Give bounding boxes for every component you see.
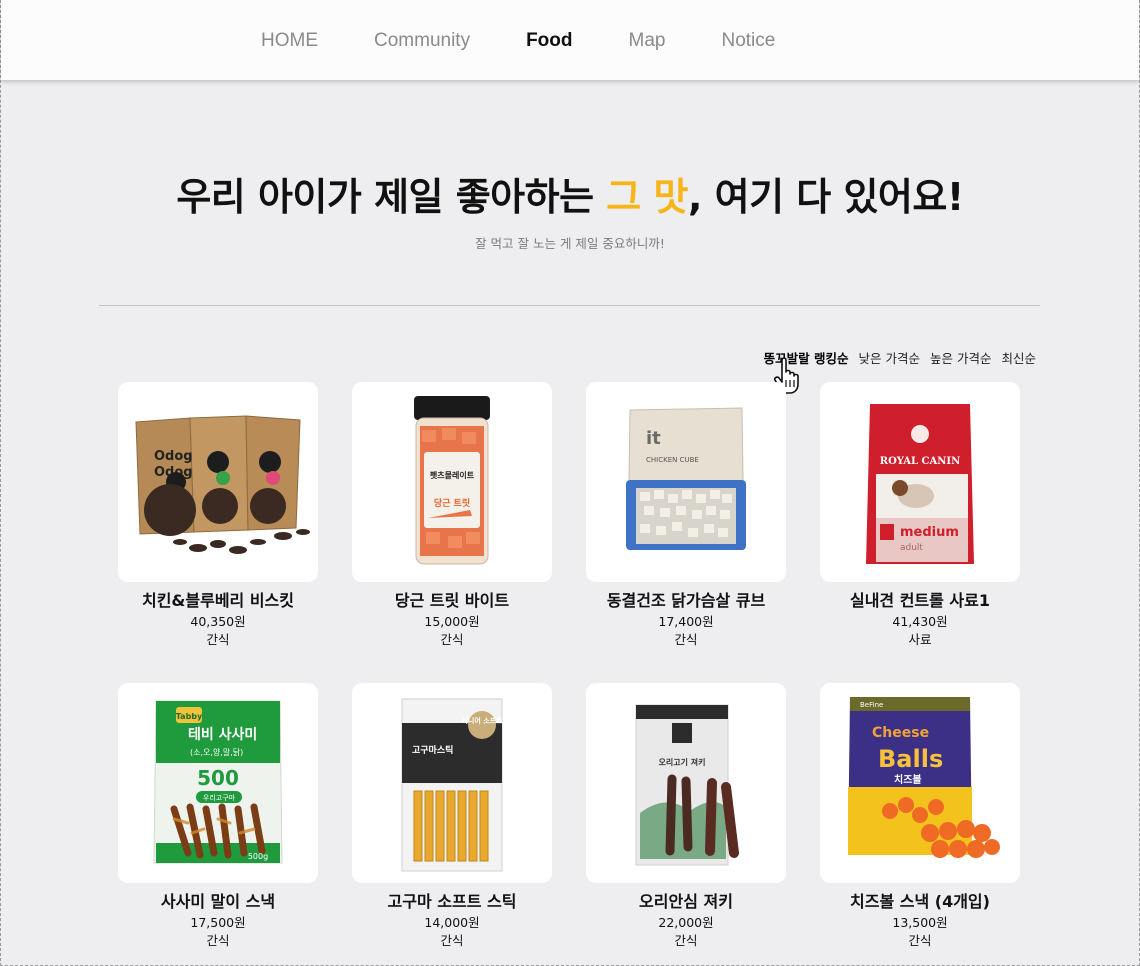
product-name[interactable]: 오리안심 져키 <box>586 892 786 912</box>
product-category: 간식 <box>440 933 464 948</box>
svg-text:500: 500 <box>197 766 239 790</box>
product-card[interactable]: 시니어 소프트 고구마스틱 고구마 소프트 스틱 14,000원 간식 <box>352 683 552 966</box>
top-nav-bar: HOME Community Food Map Notice <box>1 0 1139 80</box>
svg-text:치즈볼: 치즈볼 <box>894 773 922 786</box>
product-card[interactable]: Odog Odog <box>118 382 318 683</box>
product-price: 41,430원 <box>892 614 948 629</box>
product-name[interactable]: 고구마 소프트 스틱 <box>352 892 552 912</box>
product-image-chicken-cube[interactable]: it CHICKEN CUBE <box>586 382 786 582</box>
product-category: 간식 <box>674 933 698 948</box>
svg-text:CHICKEN CUBE: CHICKEN CUBE <box>646 456 699 464</box>
svg-text:당근 트릿: 당근 트릿 <box>434 497 470 509</box>
royal-canin-bag-image: ROYAL CANIN medium adult <box>866 404 974 564</box>
product-price: 17,500원 <box>190 915 246 930</box>
svg-text:펫츠몰레이트: 펫츠몰레이트 <box>430 470 475 480</box>
svg-text:BeFine: BeFine <box>860 701 883 709</box>
product-category: 사료 <box>908 632 932 647</box>
nav-community[interactable]: Community <box>346 28 498 54</box>
product-card[interactable]: it CHICKEN CUBE 동결건조 닭가슴살 큐브 17,400원 간식 <box>586 382 786 683</box>
product-card[interactable]: ROYAL CANIN medium adult 실내견 컨트롤 사료1 41,… <box>820 382 1020 683</box>
main-menu: HOME Community Food Map Notice <box>233 28 803 54</box>
product-price: 13,500원 <box>892 915 948 930</box>
section-divider <box>99 305 1040 306</box>
svg-text:ROYAL CANIN: ROYAL CANIN <box>880 456 960 467</box>
product-image-duck-jerky[interactable]: 오리고기 져키 <box>586 683 786 883</box>
svg-text:it: it <box>646 428 661 449</box>
title-post: , 여기 다 있어요! <box>687 175 964 219</box>
product-price: 14,000원 <box>424 915 480 930</box>
sort-options: 똥꼬발랄 랭킹순 낮은 가격순 높은 가격순 최신순 <box>764 348 1036 367</box>
cheese-balls-bag-image: BeFine Cheese Balls 치즈볼 <box>848 697 1000 858</box>
product-card[interactable]: 오리고기 져키 오리안심 져키 22,000원 간식 <box>586 683 786 966</box>
sort-newest[interactable]: 최신순 <box>1001 348 1036 367</box>
product-grid: Odog Odog <box>118 382 1020 966</box>
product-image-royal-canin[interactable]: ROYAL CANIN medium adult <box>820 382 1020 582</box>
product-price: 22,000원 <box>658 915 714 930</box>
svg-text:Balls: Balls <box>878 745 943 773</box>
product-card[interactable]: BeFine Cheese Balls 치즈볼 치즈볼 스낵 (4개입) 13,… <box>820 683 1020 966</box>
duck-jerky-pack-image: 오리고기 져키 <box>635 704 739 866</box>
svg-text:adult: adult <box>900 543 923 553</box>
svg-text:Cheese: Cheese <box>872 725 929 741</box>
product-category: 간식 <box>440 632 464 647</box>
tabby-sasami-bag-image: Tabby 테비 사사미 (소,오,양,말,닭) 500 우리고구마 500g <box>153 700 283 864</box>
product-category: 간식 <box>674 632 698 647</box>
product-name[interactable]: 치즈볼 스낵 (4개입) <box>820 892 1020 912</box>
title-pre: 우리 아이가 제일 좋아하는 <box>176 175 607 219</box>
sort-high-price[interactable]: 높은 가격순 <box>930 348 991 367</box>
product-category: 간식 <box>206 933 230 948</box>
nav-food[interactable]: Food <box>498 28 600 54</box>
nav-notice[interactable]: Notice <box>693 28 803 54</box>
product-price: 15,000원 <box>424 614 480 629</box>
product-name[interactable]: 실내견 컨트롤 사료1 <box>820 591 1020 611</box>
product-card[interactable]: Tabby 테비 사사미 (소,오,양,말,닭) 500 우리고구마 500g … <box>118 683 318 966</box>
svg-text:Odog: Odog <box>154 449 193 464</box>
sweetpotato-stick-pack-image: 시니어 소프트 고구마스틱 <box>401 698 503 872</box>
product-name[interactable]: 사사미 말이 스낵 <box>118 892 318 912</box>
product-image-odog-biscuit[interactable]: Odog Odog <box>118 382 318 582</box>
svg-text:medium: medium <box>900 525 959 540</box>
nav-home[interactable]: HOME <box>233 28 346 54</box>
product-name[interactable]: 치킨&블루베리 비스킷 <box>118 591 318 611</box>
title-highlight: 그 맛 <box>606 175 688 219</box>
svg-text:오리고기 져키: 오리고기 져키 <box>659 757 706 767</box>
svg-text:고구마스틱: 고구마스틱 <box>412 744 453 756</box>
carrot-treat-jar-image: 펫츠몰레이트 당근 트릿 <box>414 396 490 565</box>
page-subtitle: 잘 먹고 잘 노는 게 제일 중요하니까! <box>475 236 665 251</box>
svg-text:테비 사사미: 테비 사사미 <box>188 727 257 743</box>
product-image-carrot-treat[interactable]: 펫츠몰레이트 당근 트릿 <box>352 382 552 582</box>
sort-low-price[interactable]: 낮은 가격순 <box>859 348 920 367</box>
product-price: 40,350원 <box>190 614 246 629</box>
product-image-tabby-sasami[interactable]: Tabby 테비 사사미 (소,오,양,말,닭) 500 우리고구마 500g <box>118 683 318 883</box>
svg-text:500g: 500g <box>248 852 268 861</box>
product-name[interactable]: 동결건조 닭가슴살 큐브 <box>586 591 786 611</box>
svg-text:(소,오,양,말,닭): (소,오,양,말,닭) <box>190 747 243 757</box>
product-image-cheese-balls[interactable]: BeFine Cheese Balls 치즈볼 <box>820 683 1020 883</box>
product-image-sweetpotato-stick[interactable]: 시니어 소프트 고구마스틱 <box>352 683 552 883</box>
svg-text:Tabby: Tabby <box>176 712 203 721</box>
product-name[interactable]: 당근 트릿 바이트 <box>352 591 552 611</box>
product-category: 간식 <box>206 632 230 647</box>
biscuit-bags-image: Odog Odog <box>135 415 310 554</box>
product-card[interactable]: 펫츠몰레이트 당근 트릿 당근 트릿 바이트 15,000원 간식 <box>352 382 552 683</box>
page-title: 우리 아이가 제일 좋아하는 그 맛, 여기 다 있어요! <box>0 166 1140 221</box>
product-price: 17,400원 <box>658 614 714 629</box>
svg-text:우리고구마: 우리고구마 <box>203 793 236 802</box>
chicken-cube-bag-image: it CHICKEN CUBE <box>626 407 746 550</box>
product-category: 간식 <box>908 933 932 948</box>
svg-text:시니어 소프트: 시니어 소프트 <box>461 716 503 725</box>
nav-map[interactable]: Map <box>601 28 694 54</box>
